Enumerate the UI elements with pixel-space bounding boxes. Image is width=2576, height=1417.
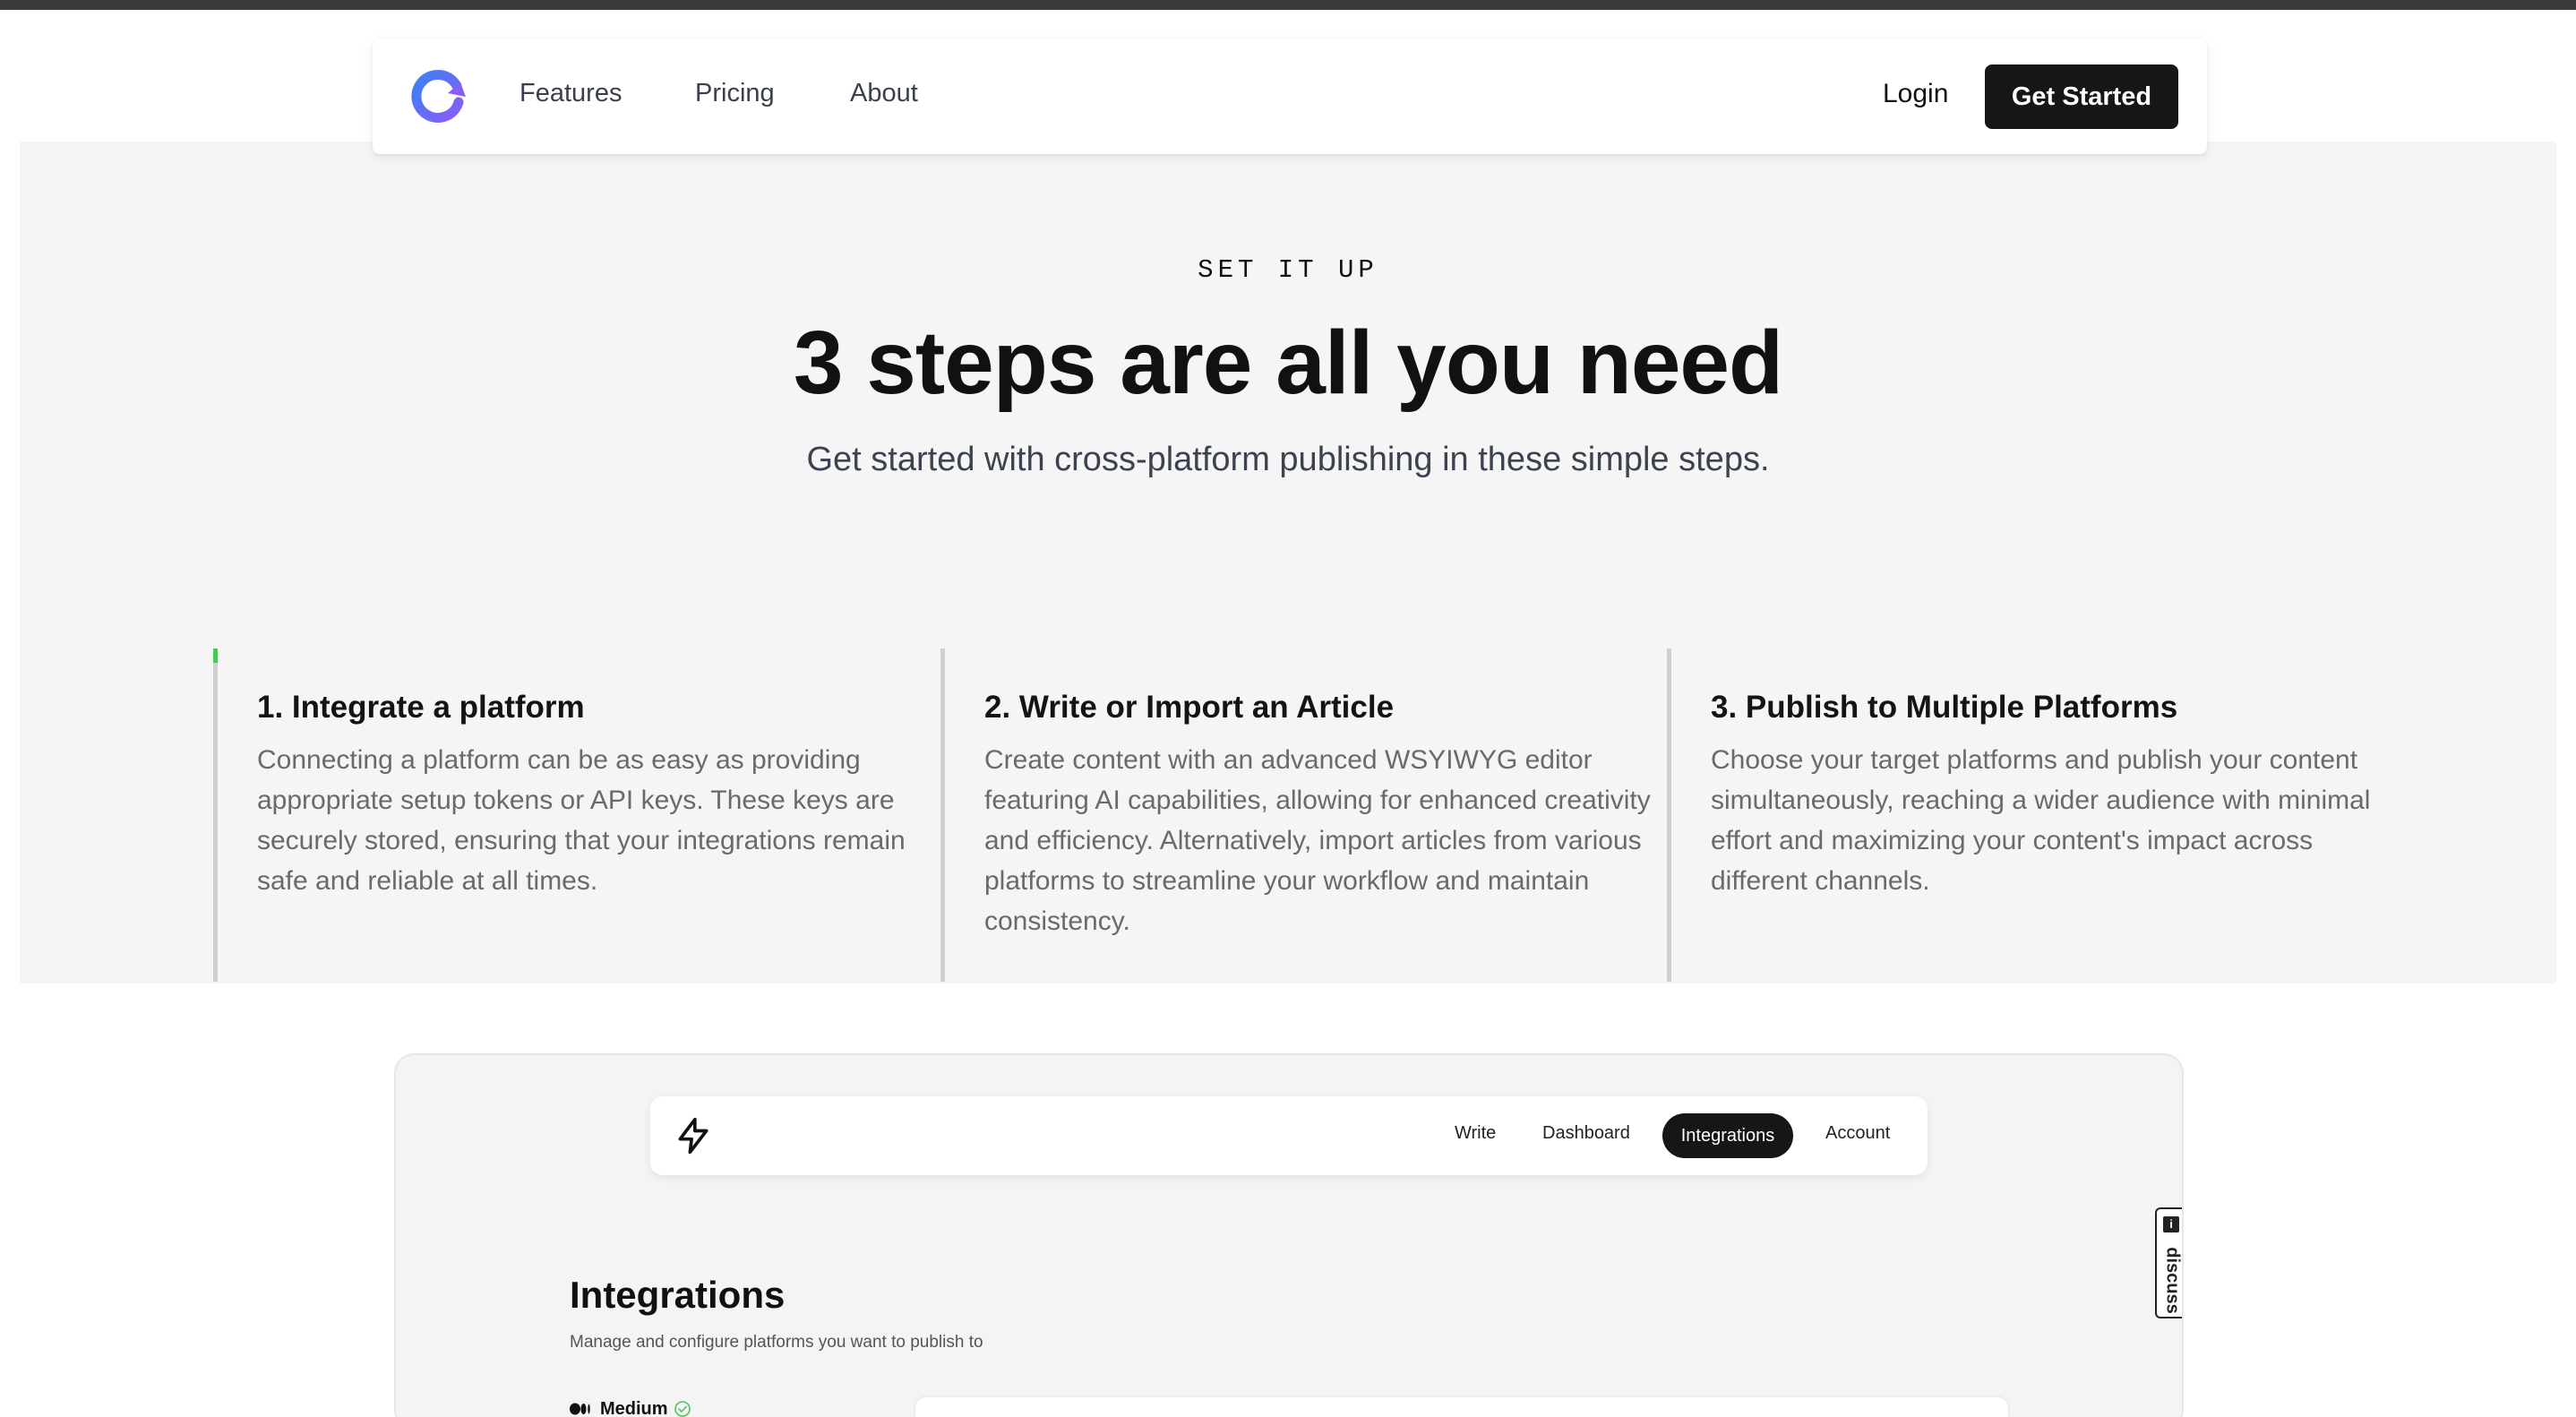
check-circle-icon	[674, 1401, 691, 1417]
step-card-write[interactable]: 2. Write or Import an Article Create con…	[940, 648, 1651, 982]
app-nav-write[interactable]: Write	[1455, 1123, 1496, 1144]
section-eyebrow: SET IT UP	[1198, 255, 1378, 285]
step-title: 2. Write or Import an Article	[984, 690, 1395, 725]
integrations-title: Integrations	[570, 1274, 786, 1316]
step-title: 1. Integrate a platform	[257, 690, 585, 725]
main-navbar: Features Pricing About Login Get Started	[373, 39, 2207, 154]
platform-item-medium[interactable]: Medium	[570, 1397, 691, 1417]
app-nav-dashboard[interactable]: Dashboard	[1542, 1123, 1630, 1144]
get-started-button[interactable]: Get Started	[1985, 64, 2178, 129]
nav-link-about[interactable]: About	[850, 79, 918, 108]
browser-top-strip	[0, 0, 2576, 10]
platform-name: Medium	[600, 1398, 668, 1417]
step-active-indicator	[213, 648, 218, 663]
app-preview-card: Write Dashboard Integrations Account i d…	[394, 1053, 2184, 1417]
step-description: Connecting a platform can be as easy as …	[257, 745, 906, 896]
section-title: 3 steps are all you need	[793, 313, 1783, 413]
login-link[interactable]: Login	[1883, 79, 1948, 109]
step-description: Create content with an advanced WSYIWYG …	[984, 745, 1651, 936]
nav-link-pricing[interactable]: Pricing	[695, 79, 775, 108]
step-card-integrate[interactable]: 1. Integrate a platform Connecting a pla…	[213, 648, 921, 982]
app-nav-account[interactable]: Account	[1825, 1123, 1890, 1144]
info-icon: i	[2163, 1216, 2179, 1232]
section-subtitle: Get started with cross-platform publishi…	[806, 441, 1770, 478]
integrations-subtitle: Manage and configure platforms you want …	[570, 1333, 983, 1352]
discuss-label: discuss	[2162, 1247, 2183, 1314]
nav-link-features[interactable]: Features	[519, 79, 622, 108]
app-preview-navbar: Write Dashboard Integrations Account	[650, 1096, 1928, 1175]
app-nav-integrations[interactable]: Integrations	[1662, 1113, 1793, 1158]
step-card-publish[interactable]: 3. Publish to Multiple Platforms Choose …	[1667, 648, 2374, 982]
step-title: 3. Publish to Multiple Platforms	[1711, 690, 2178, 725]
discuss-widget-tab[interactable]: i discuss	[2155, 1207, 2183, 1318]
bolt-icon[interactable]	[674, 1116, 713, 1155]
integration-detail-card	[914, 1396, 2010, 1417]
medium-logo-icon	[570, 1403, 590, 1415]
step-description: Choose your target platforms and publish…	[1711, 745, 2371, 896]
refresh-logo-icon[interactable]	[408, 66, 469, 127]
